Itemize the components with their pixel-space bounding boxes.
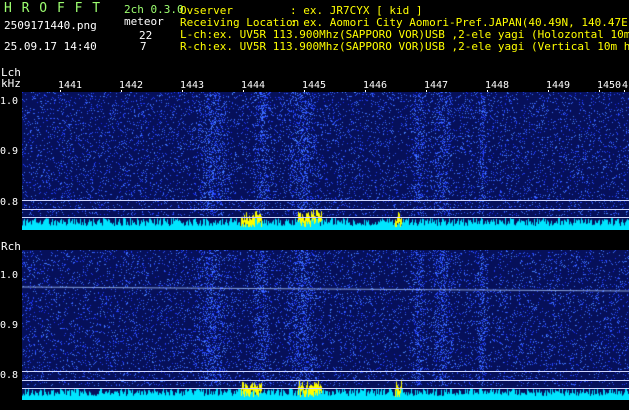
filename-label: 2509171440.png	[4, 19, 97, 32]
time-tick-label: 1449	[546, 80, 571, 91]
rch-meteor-count: 7	[140, 40, 147, 53]
lch-description: L-ch:ex. UV5R 113.900Mhz(SAPPORO VOR)USB…	[180, 28, 629, 41]
rch-grid-line	[22, 371, 629, 372]
observer-label: Ovserver	[180, 4, 233, 17]
meteor-label: meteor	[124, 15, 164, 28]
datetime-label: 25.09.17 14:40	[4, 40, 97, 53]
rch-grid-line	[22, 380, 629, 381]
time-tick-label: 1443	[180, 80, 205, 91]
lch-freq-1-0: 1.0	[0, 96, 19, 107]
rch-grid-line	[22, 388, 629, 389]
rch-spectrogram	[22, 250, 629, 400]
time-tick-label: 1450	[597, 80, 622, 91]
time-tick-label: 1444	[241, 80, 266, 91]
lch-freq-0-8: 0.8	[0, 197, 19, 208]
location-value: : ex. Aomori City Aomori-Pref.JAPAN(40.4…	[290, 16, 629, 29]
rch-label: Rch	[1, 240, 21, 253]
hroft-screen: H R O F F T 2509171440.png 25.09.17 14:4…	[0, 0, 629, 410]
app-logo: H R O F F T	[4, 1, 102, 16]
lch-grid-line	[22, 200, 629, 201]
rch-freq-0-9: 0.9	[0, 320, 19, 331]
time-tick-label: 4	[622, 80, 629, 91]
channel-info: 2ch 0.3.0	[124, 3, 184, 16]
time-tick-label: 1448	[485, 80, 510, 91]
time-tick-label: 1445	[302, 80, 327, 91]
khz-label: kHz	[1, 77, 21, 90]
rch-freq-0-8: 0.8	[0, 370, 19, 381]
observer-value: : ex. JR7CYX [ kid ]	[290, 4, 423, 17]
time-tick-label: 1447	[424, 80, 449, 91]
lch-freq-0-9: 0.9	[0, 146, 19, 157]
lch-grid-line	[22, 209, 629, 210]
rch-freq-1-0: 1.0	[0, 270, 19, 281]
time-tick-label: 1441	[58, 80, 83, 91]
location-label: Receiving Location	[180, 16, 300, 29]
time-tick-label: 1446	[363, 80, 388, 91]
rch-description: R-ch:ex. UV5R 113.900Mhz(SAPPORO VOR)USB…	[180, 40, 629, 53]
lch-grid-line	[22, 217, 629, 218]
time-tick-label: 1442	[119, 80, 144, 91]
